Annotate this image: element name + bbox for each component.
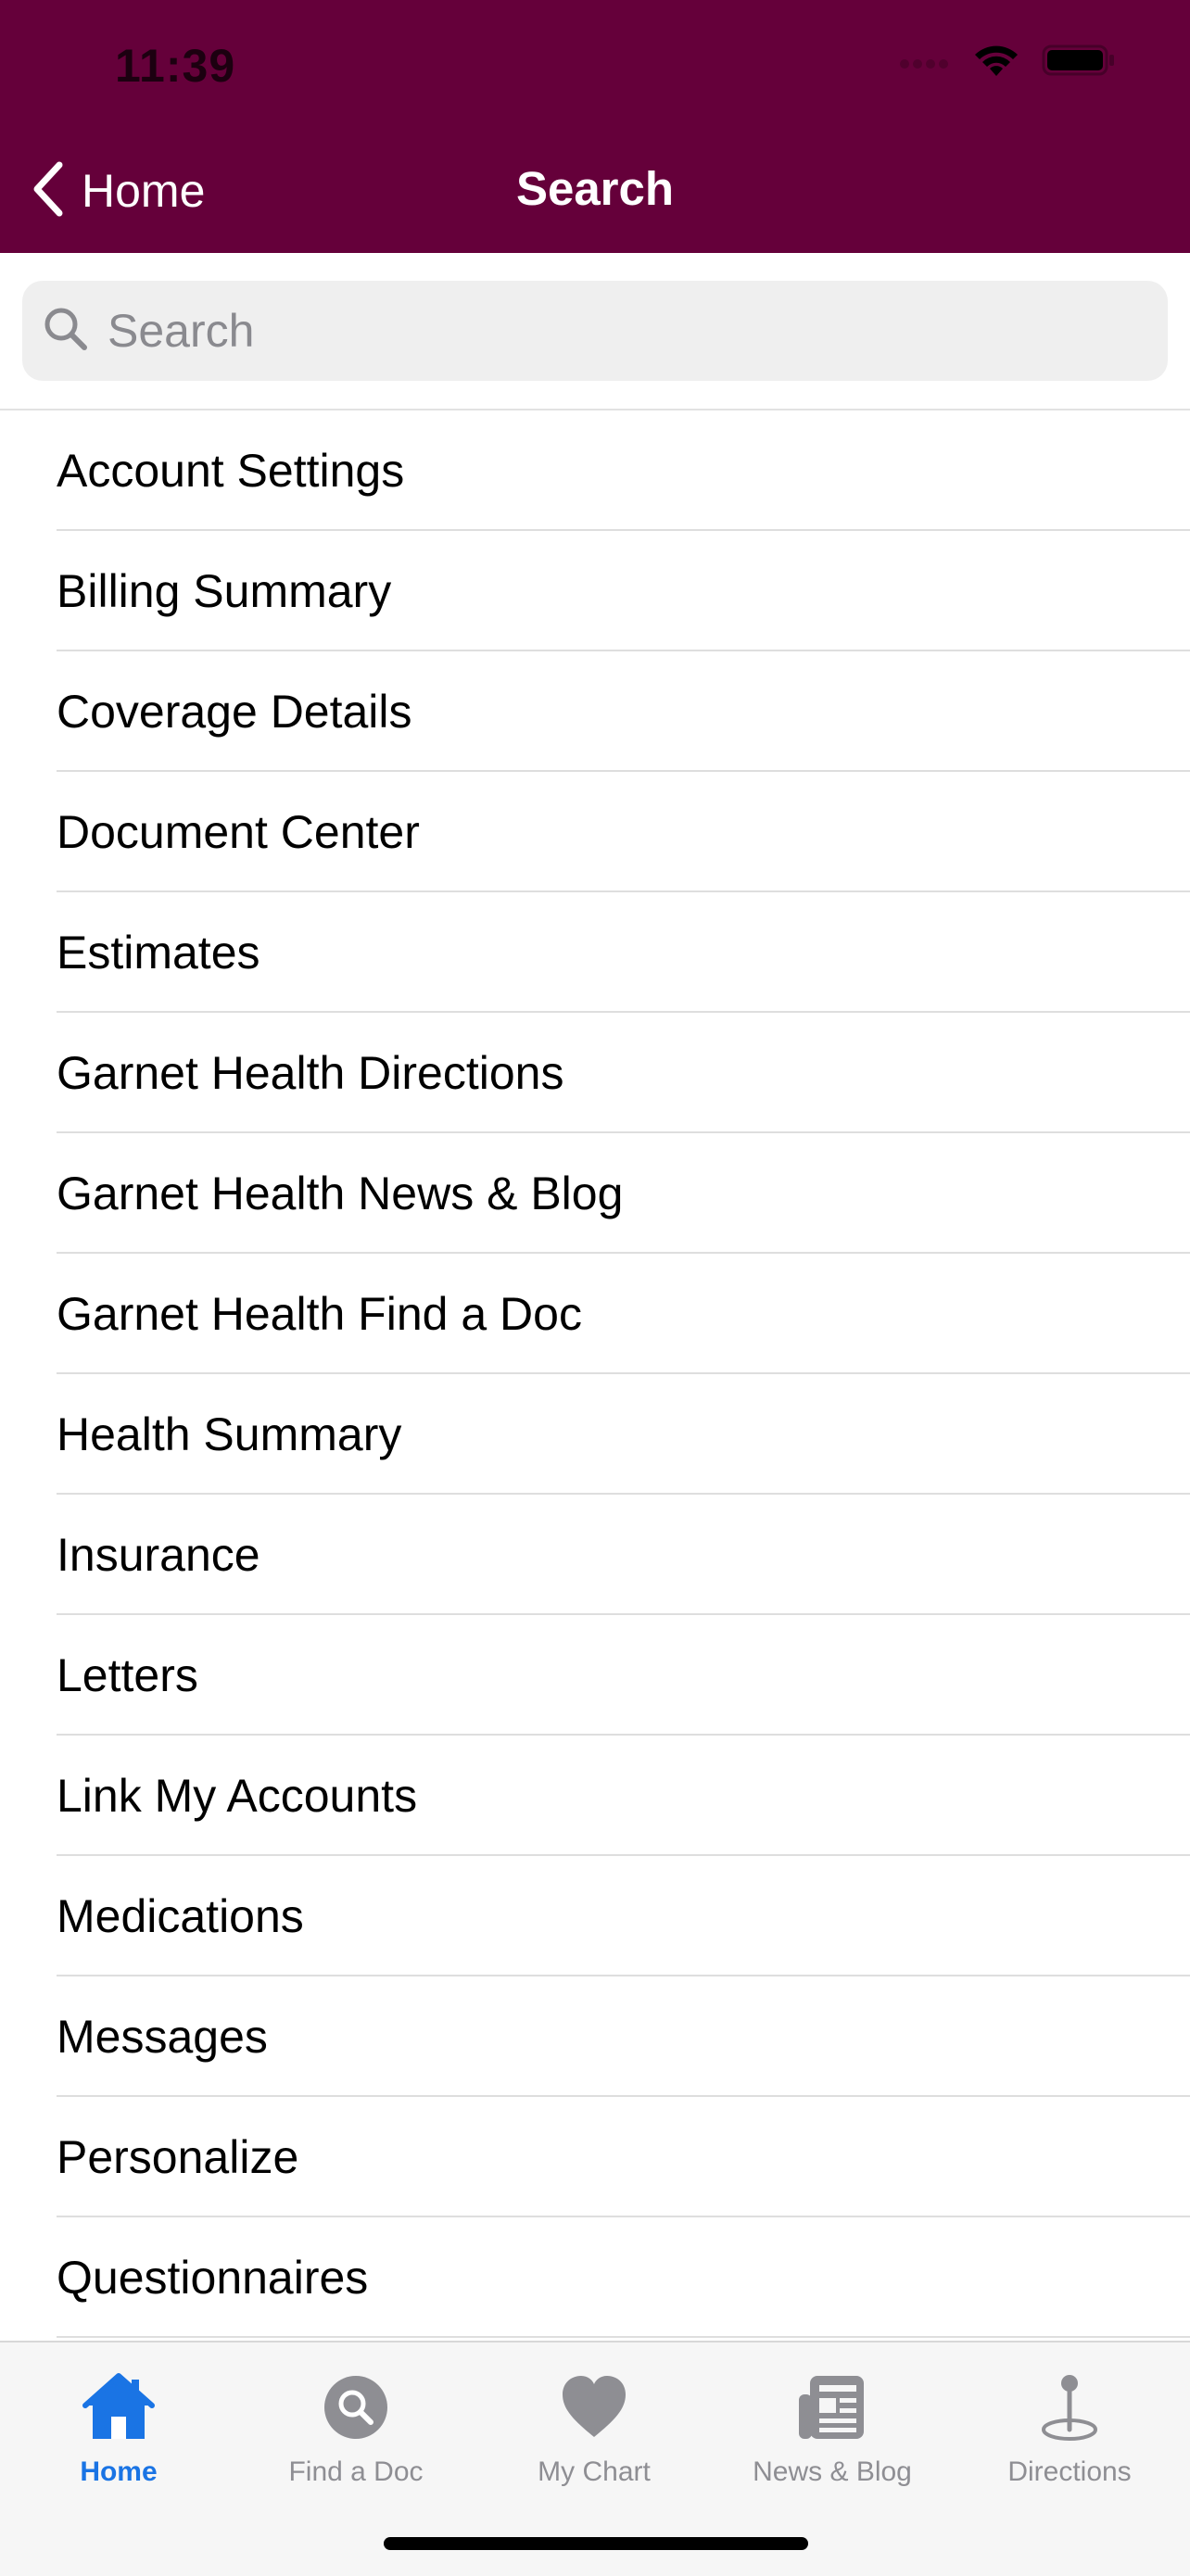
status-icons (899, 43, 1116, 82)
list-item-label: Insurance (57, 1529, 260, 1581)
list-item[interactable]: Personalize (0, 2097, 1190, 2217)
list-item-label: Health Summary (57, 1408, 402, 1460)
tab-label: Directions (1007, 2456, 1132, 2487)
list-item-label: Letters (57, 1649, 198, 1701)
list-item[interactable]: Garnet Health Find a Doc (0, 1254, 1190, 1374)
list-item-label: Link My Accounts (57, 1770, 418, 1822)
tab-label: My Chart (538, 2456, 651, 2487)
search-circle-icon (317, 2368, 395, 2451)
map-pin-icon (1031, 2368, 1108, 2451)
status-time: 11:39 (115, 40, 236, 92)
page-title: Search (515, 162, 675, 215)
tab-news-blog[interactable]: News & Blog (714, 2368, 951, 2488)
list-item[interactable]: Garnet Health Directions (0, 1013, 1190, 1133)
list-item[interactable]: Coverage Details (0, 651, 1190, 772)
list-item[interactable]: Questionnaires (0, 2217, 1190, 2338)
list-item[interactable]: Link My Accounts (0, 1736, 1190, 1856)
list-item-label: Billing Summary (57, 565, 392, 617)
list-item[interactable]: Garnet Health News & Blog (0, 1133, 1190, 1254)
list-item[interactable]: Document Center (0, 772, 1190, 892)
wifi-icon (973, 43, 1019, 82)
signal-icon (899, 51, 951, 74)
list-item[interactable]: Health Summary (0, 1374, 1190, 1495)
list-item-label: Garnet Health News & Blog (57, 1168, 624, 1219)
list-item-label: Garnet Health Directions (57, 1047, 564, 1099)
list-item[interactable]: Messages (0, 1976, 1190, 2097)
search-icon (22, 306, 89, 357)
search-field[interactable] (22, 281, 1168, 381)
tab-home[interactable]: Home (0, 2368, 237, 2488)
search-bar-container (0, 253, 1190, 410)
list-item[interactable]: Insurance (0, 1495, 1190, 1615)
search-input[interactable] (106, 303, 1129, 359)
newspaper-icon (793, 2368, 871, 2451)
list-item-label: Personalize (57, 2131, 299, 2183)
list-item-label: Account Settings (57, 445, 405, 497)
house-icon (80, 2368, 158, 2451)
tab-directions[interactable]: Directions (951, 2368, 1188, 2488)
list-item-label: Garnet Health Find a Doc (57, 1288, 582, 1340)
list-item-label: Estimates (57, 927, 260, 979)
tab-my-chart[interactable]: My Chart (475, 2368, 713, 2488)
battery-icon (1042, 44, 1116, 82)
navigation-header: 11:39 Home Search (0, 0, 1190, 253)
search-results-list: Account Settings Billing Summary Coverag… (0, 410, 1190, 2338)
tab-label: Home (80, 2456, 158, 2487)
list-item-label: Document Center (57, 806, 420, 858)
list-item-label: Messages (57, 2011, 268, 2063)
list-item-label: Questionnaires (57, 2252, 369, 2304)
list-item[interactable]: Letters (0, 1615, 1190, 1736)
home-indicator (384, 2537, 808, 2550)
list-item[interactable]: Medications (0, 1856, 1190, 1976)
tab-label: News & Blog (753, 2456, 912, 2487)
tab-find-a-doc[interactable]: Find a Doc (237, 2368, 475, 2488)
list-item-label: Medications (57, 1890, 304, 1942)
tab-label: Find a Doc (288, 2456, 424, 2487)
list-item[interactable]: Billing Summary (0, 531, 1190, 651)
heart-icon (555, 2368, 633, 2451)
list-item[interactable]: Estimates (0, 892, 1190, 1013)
list-item-label: Coverage Details (57, 686, 412, 738)
list-item[interactable]: Account Settings (0, 410, 1190, 531)
